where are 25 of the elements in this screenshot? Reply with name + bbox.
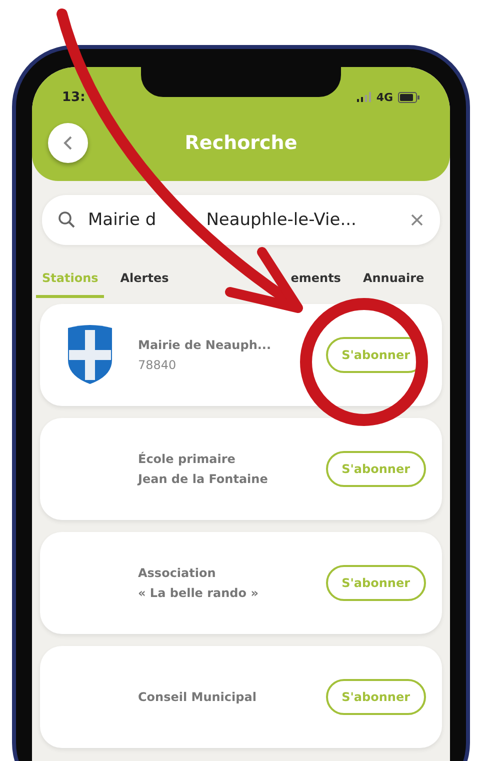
status-time: 13: [62,90,86,104]
subscribe-button[interactable]: S'abonner [326,679,426,715]
subscribe-button[interactable]: S'abonner [326,565,426,601]
result-title: Mairie de Neauph... [138,338,272,352]
network-label: 4G [376,90,393,104]
result-subtitle: « La belle rando » [138,586,260,600]
tab[interactable]: Annuaire [356,267,430,298]
back-button[interactable] [48,123,88,163]
subscribe-button[interactable]: S'abonner [326,451,426,487]
search-text: Mairie d [88,210,156,230]
search-icon [58,211,76,229]
result-title: Conseil Municipal [138,690,258,704]
tab[interactable]: Alertes [114,267,175,298]
screen-title: Rechorche [184,132,298,154]
tab[interactable]: ements [284,267,347,298]
search-field[interactable]: Mairie d Neauphle-le-Vie... [42,195,440,245]
result-subtitle: Jean de la Fontaine [138,472,269,486]
battery-icon [398,92,420,102]
clear-icon[interactable] [410,213,424,227]
search-text: Neauphle-le-Vie... [206,210,356,230]
tab[interactable]: Stations [36,267,104,298]
result-title: École primaire [138,452,236,466]
signal-icon [357,92,372,102]
result-subtitle: 78840 [138,358,178,372]
result-title: Association [138,566,217,580]
